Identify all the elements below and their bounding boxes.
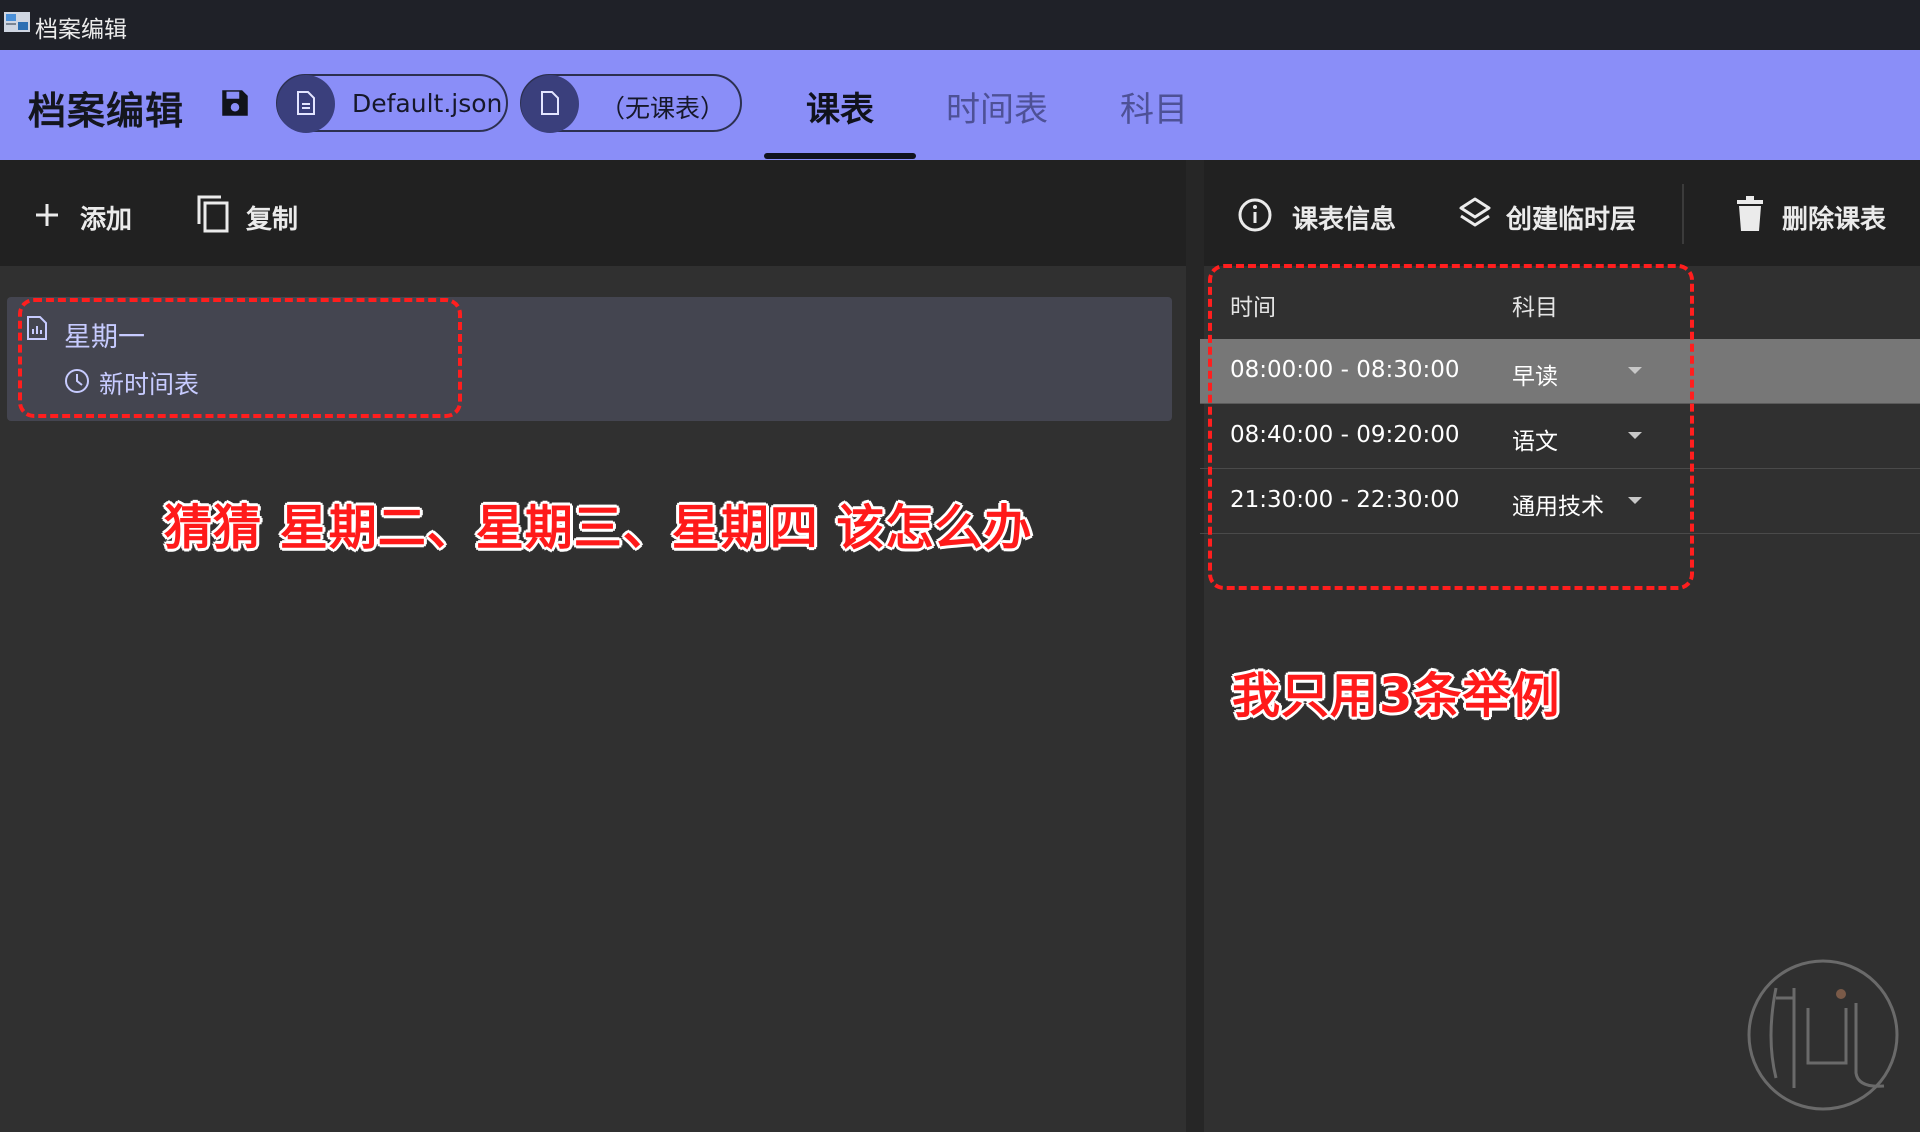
delete-classplan-label: 删除课表 (1782, 205, 1887, 235)
chip-icon-bg (277, 75, 335, 133)
classplan-chip[interactable]: （无课表） (520, 74, 742, 133)
app-window-icon (4, 12, 30, 32)
profile-file-label: Default.json (352, 89, 503, 118)
classplan-info-button[interactable]: 课表信息 (1236, 192, 1406, 236)
create-temp-layer-button[interactable]: 创建临时层 (1458, 192, 1658, 236)
right-toolbar: 课表信息 创建临时层 删除课表 (1204, 160, 1920, 266)
tab-classplan[interactable]: 课表 (806, 82, 874, 131)
info-icon (1238, 198, 1272, 232)
window-titlebar: 档案编辑 (0, 0, 1920, 50)
profile-file-chip[interactable]: Default.json (276, 74, 508, 133)
delete-classplan-button[interactable]: 删除课表 (1732, 192, 1902, 236)
toolbar-separator (1682, 184, 1684, 244)
window-title: 档案编辑 (35, 17, 127, 43)
save-icon[interactable] (218, 86, 252, 120)
tab-timetable[interactable]: 时间表 (946, 82, 1048, 131)
copy-icon (197, 195, 229, 233)
trash-icon (1737, 196, 1763, 231)
classplan-info-label: 课表信息 (1292, 205, 1397, 235)
classplan-chip-label: （无课表） (600, 94, 726, 123)
annotation-text-right: 我只用3条举例 (1232, 668, 1561, 724)
left-toolbar: 添加 复制 (0, 160, 1186, 266)
annotation-box-grid (1208, 264, 1694, 590)
file-icon (541, 91, 559, 115)
add-label: 添加 (80, 205, 133, 235)
watermark-logo-icon (1747, 959, 1899, 1111)
plus-icon (36, 204, 58, 226)
active-tab-indicator (764, 153, 916, 159)
add-button[interactable]: 添加 (30, 192, 140, 236)
tab-subjects[interactable]: 科目 (1120, 82, 1188, 131)
annotation-box-classplan (18, 298, 462, 418)
chip-icon-bg (521, 75, 579, 133)
page-title: 档案编辑 (28, 89, 185, 133)
layers-icon (1459, 197, 1491, 227)
copy-button[interactable]: 复制 (194, 192, 314, 236)
create-temp-layer-label: 创建临时层 (1506, 205, 1637, 235)
app-bar: 档案编辑 Default.json （无课表） 课表 时间表 科目 (0, 50, 1920, 160)
document-icon (297, 91, 315, 115)
copy-label: 复制 (246, 205, 299, 235)
annotation-text-left: 猜猜 星期二、星期三、星期四 该怎么办 (164, 500, 1033, 556)
